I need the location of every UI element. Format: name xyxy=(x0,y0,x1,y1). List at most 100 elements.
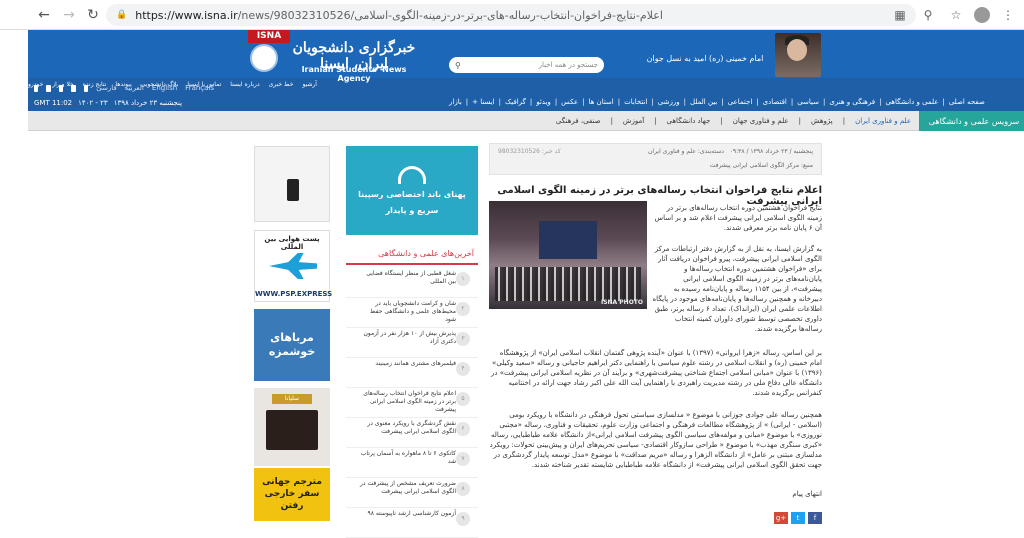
subnav-item[interactable]: آموزش xyxy=(623,117,644,125)
meta-date-category: پنجشنبه / ۲۳ خرداد ۱۳۹۸ / ۰۹:۳۸ دسته‌بند… xyxy=(648,148,813,155)
item-text[interactable]: شان و کرامت دانشجویان باید در محیط‌های ع… xyxy=(358,298,456,324)
topnav-item[interactable]: درباره ایسنا xyxy=(230,81,259,88)
section-item[interactable]: سیاسی xyxy=(797,98,819,106)
address-bar[interactable]: 🔒 https://www.isna.ir/news/98032310526/ا… xyxy=(106,4,916,26)
topnav-item[interactable]: خط خبری xyxy=(269,81,294,88)
section-item[interactable]: استان ها xyxy=(589,98,614,106)
item-text[interactable]: نقش گردشگری با رویکرد معنوی در الگوی اسل… xyxy=(358,418,456,436)
photo-stage xyxy=(539,221,597,259)
article-paragraph: همچنین رساله علی جوادی جوزانی با موضوع «… xyxy=(489,411,822,469)
lang-fr[interactable]: Français xyxy=(185,84,214,92)
subnav-item[interactable]: جهاد دانشگاهی xyxy=(667,117,711,125)
article-meta: کد خبر: 98032310526 پنجشنبه / ۲۳ خرداد ۱… xyxy=(489,143,822,175)
latest-news-item[interactable]: ۳ پذیرش بیش از ۱۰ هزار نفر در آزمون دکتری… xyxy=(346,328,478,358)
item-text[interactable]: کاتکوی ۶ تا ۸ ماهواره به آسمان پرتاب شد xyxy=(358,448,456,466)
article-paragraph: به گزارش ایسنا، به نقل از به گزارش دفتر … xyxy=(652,245,822,333)
ad-phone-banner[interactable] xyxy=(254,146,330,222)
profile-avatar[interactable] xyxy=(974,7,990,23)
item-text[interactable]: شغل قطبی از منظر ایستگاه فضایی بین الملل… xyxy=(358,268,456,286)
translate-icon[interactable]: ▦ xyxy=(890,4,910,26)
ad-translator-banner[interactable]: مترجم جهانی سفر خارجی رفتن xyxy=(254,468,330,521)
section-item[interactable]: صفحه اصلی xyxy=(949,98,985,106)
share-bar: g+ t f xyxy=(774,512,822,524)
item-text[interactable]: پذیرش بیش از ۱۰ هزار نفر در آزمون دکتری … xyxy=(358,328,456,346)
meta-source: منبع: مرکز الگوی اسلامی ایرانی پیشرفت xyxy=(709,162,813,169)
section-item[interactable]: اقتصادی xyxy=(763,98,787,106)
item-number: ۸ xyxy=(456,482,470,496)
section-item[interactable]: بین الملل xyxy=(690,98,717,106)
ad-rspina-line2: سریع و پایدار xyxy=(385,206,439,215)
language-bar: فارسی العربية English Français xyxy=(34,84,214,92)
section-item[interactable]: ایسنا + xyxy=(472,98,494,106)
zoom-icon[interactable]: ⚲ xyxy=(918,4,938,26)
forward-icon[interactable]: → xyxy=(58,4,80,26)
subnav-item[interactable]: صنفی، فرهنگی xyxy=(556,117,601,125)
reload-icon[interactable]: ↻ xyxy=(82,4,104,26)
bookmark-star-icon[interactable]: ☆ xyxy=(946,4,966,26)
section-item[interactable]: ویدئو xyxy=(536,98,551,106)
subnav-item[interactable]: علم و فناوری ایران xyxy=(855,117,911,125)
section-item[interactable]: عکس xyxy=(561,98,578,106)
photo-watermark: ISNA PHOTO xyxy=(600,299,643,306)
date-text-2: ۱۴۰۲ - ۲۳ xyxy=(78,99,108,107)
subnav-active-tab[interactable]: سرویس علمی و دانشگاهی xyxy=(919,111,1024,131)
ad-rspina-banner[interactable]: پهنای باند اختصاصی رسپینا سریع و پایدار xyxy=(346,146,478,235)
item-text[interactable]: فیلمبرهای مشتری همانند زمینیند xyxy=(358,358,456,368)
ad-psp-banner[interactable]: پست هوایی بین المللی WWW.PSP.EXPRESS xyxy=(254,230,332,302)
latest-news-item[interactable]: ۵ اعلام نتایج فراخوان انتخاب رساله‌های بر… xyxy=(346,388,478,418)
topnav-item[interactable]: آرشیو xyxy=(302,81,317,88)
latest-news-heading[interactable]: آخرین‌های علمی و دانشگاهی xyxy=(346,249,478,265)
service-subnav: سرویس علمی و دانشگاهی علم و فناوری ایران… xyxy=(28,111,1024,131)
menu-icon[interactable]: ⋮ xyxy=(998,4,1018,26)
search-icon[interactable]: ⚲ xyxy=(455,61,461,70)
meta-category[interactable]: دسته‌بندی: علم و فناوری ایران xyxy=(648,148,724,155)
item-text[interactable]: ضرورت تعریف مشخص از پیشرفت در الگوی اسلا… xyxy=(358,478,456,496)
latest-news-item[interactable]: ۹ آزمون کارشناسی ارشد ناپیوسته ۹۸ xyxy=(346,508,478,538)
lang-ar[interactable]: العربية xyxy=(125,84,144,92)
section-item[interactable]: فرهنگی و هنری xyxy=(829,98,875,106)
telegram-icon[interactable] xyxy=(46,84,51,92)
lang-fa[interactable]: فارسی xyxy=(96,84,117,92)
item-number: ۳ xyxy=(456,332,470,346)
item-text[interactable]: اعلام نتایج فراخوان انتخاب رساله‌های برت… xyxy=(358,388,456,414)
ad-piano-banner[interactable]: سلیانا xyxy=(254,388,330,466)
isna-logo[interactable] xyxy=(250,44,278,72)
lang-en[interactable]: English xyxy=(152,84,177,92)
subnav-item[interactable]: پژوهش xyxy=(811,117,833,125)
latest-news-item[interactable]: ۱ شغل قطبی از منظر ایستگاه فضایی بین المل… xyxy=(346,268,478,298)
back-icon[interactable]: ← xyxy=(33,4,55,26)
section-item[interactable]: علمی و دانشگاهی xyxy=(885,98,938,106)
news-code: کد خبر: 98032310526 xyxy=(498,148,561,155)
section-item[interactable]: اجتماعی xyxy=(728,98,753,106)
lock-icon: 🔒 xyxy=(116,10,128,20)
time-text: GMT 11:02 xyxy=(34,99,73,107)
rss-icon[interactable] xyxy=(34,84,39,92)
brand-title-fa[interactable]: خبرگزاری دانشجویان ایران، ایسنا xyxy=(284,40,424,72)
ad-jam-banner[interactable]: مرباهای خوشمزه xyxy=(254,309,330,381)
instagram-icon[interactable] xyxy=(58,84,64,92)
section-item[interactable]: ورزشی xyxy=(658,98,680,106)
facebook-icon[interactable] xyxy=(83,84,89,92)
section-item[interactable]: انتخابات xyxy=(624,98,647,106)
item-text[interactable]: آزمون کارشناسی ارشد ناپیوسته ۹۸ xyxy=(358,508,456,518)
section-item[interactable]: گرافیک xyxy=(505,98,526,106)
section-item[interactable]: بازار xyxy=(449,98,462,106)
latest-news-item[interactable]: ۶ نقش گردشگری با رویکرد معنوی در الگوی اس… xyxy=(346,418,478,448)
latest-news-item[interactable]: ۷ کاتکوی ۶ تا ۸ ماهواره به آسمان پرتاب شد xyxy=(346,448,478,478)
url-host: https://www.isna.ir xyxy=(135,8,238,22)
twitter-icon[interactable] xyxy=(71,84,76,92)
phone-icon xyxy=(287,179,299,201)
latest-news-item[interactable]: ۸ ضرورت تعریف مشخص از پیشرفت در الگوی اسل… xyxy=(346,478,478,508)
browser-toolbar: ← → ↻ 🔒 https://www.isna.ir/news/9803231… xyxy=(0,0,1024,30)
google-plus-share-icon[interactable]: g+ xyxy=(774,512,788,524)
facebook-share-icon[interactable]: f xyxy=(808,512,822,524)
latest-news-item[interactable]: ۲ شان و کرامت دانشجویان باید در محیط‌های … xyxy=(346,298,478,328)
latest-news-item[interactable]: ۴ فیلمبرهای مشتری همانند زمینیند xyxy=(346,358,478,388)
article-photo[interactable]: ISNA PHOTO xyxy=(489,201,647,309)
twitter-share-icon[interactable]: t xyxy=(791,512,805,524)
ad-translator-text: مترجم جهانی سفر خارجی رفتن xyxy=(262,477,322,511)
item-number: ۵ xyxy=(456,392,470,406)
search-input[interactable]: جستجو در همه اخبار ⚲ xyxy=(449,57,604,73)
subnav-item[interactable]: علم و فناوری جهان xyxy=(733,117,789,125)
meta-date: پنجشنبه / ۲۳ خرداد ۱۳۹۸ / ۰۹:۳۸ xyxy=(729,148,813,155)
